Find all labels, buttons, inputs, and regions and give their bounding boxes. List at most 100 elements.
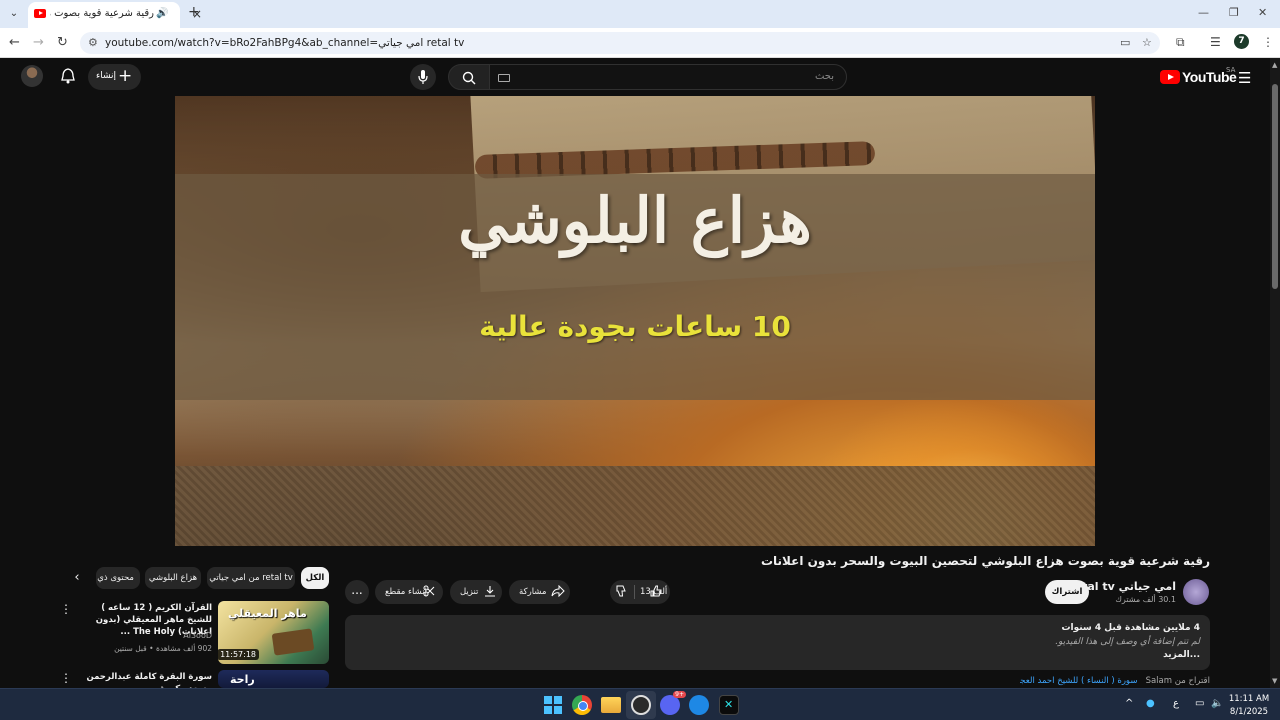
youtube-favicon-icon <box>34 9 46 18</box>
youtube-play-icon <box>1160 70 1180 84</box>
country-code: SA <box>1226 66 1236 74</box>
ccleaner-icon[interactable] <box>689 695 709 715</box>
channel-name[interactable]: امي جياتي retal tv <box>1069 580 1176 593</box>
related-video-title[interactable]: سورة البقرة كاملة عبدالرحمن مسعد مكررة .… <box>82 671 212 688</box>
suggestion-link[interactable]: سورة ( النساء ) للشيخ احمد العجمي <box>1020 676 1137 686</box>
plus-icon: + <box>118 66 133 86</box>
scroll-up-icon[interactable]: ▲ <box>1272 61 1277 69</box>
create-button[interactable]: + إنشاء <box>88 64 141 90</box>
extensions-icon[interactable]: ⧉ <box>1176 35 1185 50</box>
search-button[interactable] <box>448 64 490 90</box>
dislike-icon[interactable] <box>616 585 628 597</box>
clip-label: إنشاء مقطع <box>385 587 427 597</box>
profile-avatar[interactable]: 7 <box>1234 34 1249 49</box>
clock-time[interactable]: 11:11 AM <box>1222 694 1276 704</box>
input-language[interactable]: ع <box>1173 698 1179 709</box>
divider <box>634 585 635 599</box>
voice-search-button[interactable] <box>410 64 436 90</box>
thumbnail-text: ماهر المعيقلي <box>228 607 307 620</box>
browser-toolbar: ← → ↻ ⚙ youtube.com/watch?v=bRo2FahBPg4&… <box>0 28 1280 58</box>
mic-tray-icon[interactable]: ● <box>1146 698 1155 709</box>
address-bar[interactable]: ⚙ youtube.com/watch?v=bRo2FahBPg4&ab_cha… <box>80 32 1160 54</box>
windows-start-icon[interactable] <box>543 695 563 715</box>
chrome-menu-icon[interactable]: ⋮ <box>1262 35 1274 49</box>
youtube-logo[interactable]: YouTube SA <box>1160 66 1240 86</box>
clock-date[interactable]: 8/1/2025 <box>1222 707 1276 717</box>
scroll-down-icon[interactable]: ▼ <box>1272 677 1277 685</box>
discord-badge: 9+ <box>673 691 686 698</box>
download-button[interactable]: تنزيل <box>450 580 502 604</box>
hamburger-menu-icon[interactable]: ☰ <box>1238 69 1251 87</box>
more-actions-button[interactable]: ... <box>345 580 369 604</box>
browser-tab[interactable]: رقية شرعية قوية بصوت هزاع 🔊 × <box>28 2 202 28</box>
restore-icon[interactable]: ❐ <box>1229 6 1239 19</box>
chrome-icon[interactable] <box>572 695 592 715</box>
scissors-icon <box>423 585 435 597</box>
notifications-bell-icon[interactable] <box>61 68 75 88</box>
suggestion-line: اقتراح من Salam سورة ( النساء ) للشيخ اح… <box>1020 676 1210 686</box>
video-title: رقية شرعية قوية بصوت هزاع البلوشي لتحصين… <box>760 554 1210 568</box>
like-button[interactable] <box>646 580 670 604</box>
share-button[interactable]: مشاركة <box>509 580 570 604</box>
scrollbar-thumb[interactable] <box>1272 84 1278 289</box>
microphone-icon <box>418 70 428 84</box>
youtube-header: ☰ YouTube SA بحث + إنشاء <box>0 58 1280 96</box>
speaker-icon[interactable]: 🔊 <box>156 8 168 19</box>
show-more-link[interactable]: ...المزيد <box>1163 650 1200 660</box>
chip-scroll-left-icon[interactable]: ‹ <box>68 570 86 588</box>
obs-icon[interactable] <box>631 695 651 715</box>
page-scrollbar[interactable]: ▲ ▼ <box>1270 58 1280 688</box>
related-thumbnail[interactable]: ماهر المعيقلي 11:57:18 <box>218 601 329 664</box>
bookmark-star-icon[interactable]: ☆ <box>1142 36 1152 49</box>
file-explorer-icon[interactable] <box>601 697 621 713</box>
share-icon <box>551 585 565 597</box>
create-label: إنشاء <box>96 71 117 81</box>
share-label: مشاركة <box>519 587 547 597</box>
browser-tab-strip: ⌄ رقية شرعية قوية بصوت هزاع 🔊 × + — ❐ ✕ <box>0 0 1280 28</box>
user-avatar[interactable] <box>21 65 43 87</box>
video-art-title: هزاع البلوشي <box>458 184 812 257</box>
keyboard-icon[interactable] <box>498 74 510 82</box>
reload-icon[interactable]: ↻ <box>57 35 68 50</box>
download-icon <box>485 586 495 597</box>
forward-icon[interactable]: → <box>33 35 44 50</box>
video-duration: 11:57:18 <box>218 649 259 660</box>
subscribe-button[interactable]: اشتراك <box>1045 580 1089 604</box>
close-window-icon[interactable]: ✕ <box>1258 6 1267 19</box>
capcut-icon[interactable] <box>719 695 739 715</box>
channel-avatar[interactable] <box>1183 579 1209 605</box>
back-icon[interactable]: ← <box>9 35 20 50</box>
chip-all[interactable]: الكل <box>301 567 329 589</box>
related-menu-icon[interactable]: ⋮ <box>60 602 72 616</box>
search-placeholder: بحث <box>814 71 834 82</box>
related-channel-name[interactable]: Al3ooD <box>82 631 212 640</box>
search-input[interactable]: بحث <box>489 64 847 90</box>
tray-overflow-icon[interactable]: ^ <box>1125 698 1133 709</box>
related-menu-icon[interactable]: ⋮ <box>60 671 72 685</box>
description-box[interactable]: 4 ملايين مشاهدة قبل 4 سنوات لم تتم إضافة… <box>345 615 1210 670</box>
burlap-cloth-image <box>175 466 1095 546</box>
site-info-icon[interactable]: ⚙ <box>88 36 98 49</box>
tab-title: رقية شرعية قوية بصوت هزاع <box>50 8 154 19</box>
clip-button[interactable]: إنشاء مقطع <box>375 580 443 604</box>
reading-list-icon[interactable]: ☰ <box>1210 35 1221 49</box>
related-thumbnail[interactable]: راحة <box>218 670 329 688</box>
discord-icon[interactable]: 9+ <box>660 691 686 715</box>
video-art-subtitle: 10 ساعات بجودة عالية <box>479 310 791 343</box>
url-text[interactable]: youtube.com/watch?v=bRo2FahBPg4&ab_chann… <box>105 37 464 49</box>
like-icon <box>650 585 662 597</box>
windows-taskbar: 9+ ^ ● ع ▭ 🔈 11:11 AM 8/1/2025 <box>0 688 1280 720</box>
minimize-icon[interactable]: — <box>1198 6 1209 19</box>
chip-from-channel[interactable]: من امي جياتي retal tv <box>207 567 295 589</box>
network-icon[interactable]: ▭ <box>1195 698 1204 709</box>
cast-icon[interactable]: ▭ <box>1120 36 1130 49</box>
chip-hazza[interactable]: هزاع البلوشي <box>145 567 201 589</box>
suggestion-prefix: اقتراح من Salam <box>1145 676 1210 686</box>
subscriber-count: 30.1 ألف مشترك <box>1115 595 1176 604</box>
new-tab-icon[interactable]: + <box>188 4 200 20</box>
chip-related[interactable]: محتوى ذي صلة <box>96 567 140 589</box>
view-count-date: 4 ملايين مشاهدة قبل 4 سنوات <box>1061 623 1200 633</box>
related-video-stats: 902 ألف مشاهدة • قبل سنتين <box>114 644 212 653</box>
video-player[interactable]: هزاع البلوشي 10 ساعات بجودة عالية <box>175 96 1095 546</box>
tab-search-icon[interactable]: ⌄ <box>6 5 22 21</box>
